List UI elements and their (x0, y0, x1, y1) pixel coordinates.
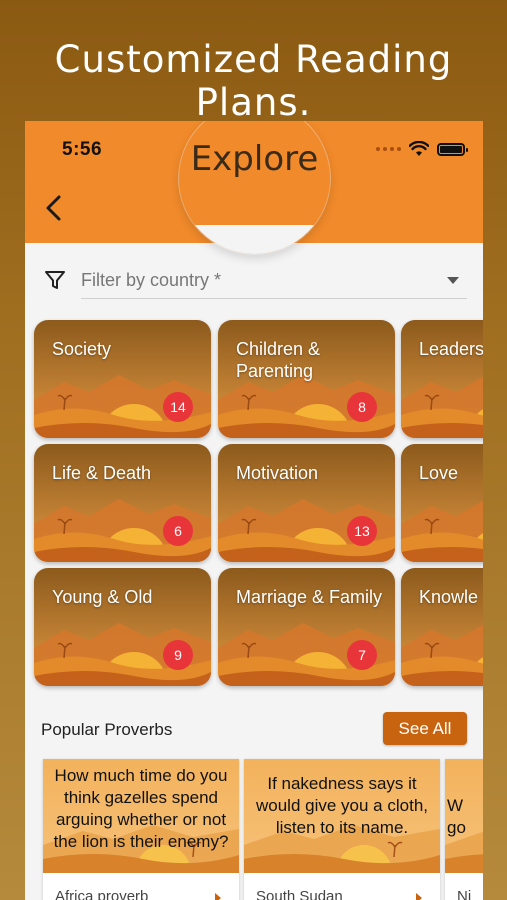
filter-icon[interactable] (43, 268, 67, 292)
category-card[interactable]: Life & Death 6 (34, 444, 211, 562)
count-badge: 13 (347, 516, 377, 546)
signal-icon (376, 147, 401, 151)
promo-headline: Customized Reading Plans. (54, 38, 453, 124)
popular-proverbs-header: Popular Proverbs See All (41, 712, 467, 746)
proverb-carousel[interactable]: How much time do you think gazelles spen… (43, 759, 483, 900)
section-title: Popular Proverbs (41, 720, 173, 739)
see-all-button[interactable]: See All (383, 712, 467, 745)
proverb-origin: South Sudan (256, 888, 343, 900)
category-label: Society (52, 339, 112, 359)
category-card[interactable]: Leaders (401, 320, 483, 438)
dropdown-caret-icon (447, 277, 459, 284)
app-bar: 5:56 Explore (25, 121, 483, 254)
count-badge: 9 (163, 640, 193, 670)
category-card[interactable]: Young & Old 9 (34, 568, 211, 686)
proverb-quote: W go (447, 796, 466, 837)
category-label: Marriage & Family (236, 587, 383, 607)
category-label: Knowle (419, 587, 479, 607)
count-badge: 14 (163, 392, 193, 422)
phone-screen: 5:56 Explore Filter by country * Society… (25, 121, 483, 900)
wifi-icon (409, 141, 429, 156)
proverb-quote: How much time do you think gazelles spen… (53, 766, 229, 851)
page-title: Explore (190, 139, 319, 179)
category-label: Love (419, 463, 459, 483)
filter-placeholder: Filter by country * (81, 270, 222, 290)
back-button[interactable] (39, 191, 69, 225)
chevron-right-icon (215, 893, 221, 900)
category-label: Life & Death (52, 463, 152, 483)
proverb-card[interactable]: If nakedness says it would give you a cl… (244, 759, 440, 900)
category-card[interactable]: Society 14 (34, 320, 211, 438)
count-badge: 6 (163, 516, 193, 546)
category-card[interactable]: Love (401, 444, 483, 562)
category-card[interactable]: Motivation 13 (218, 444, 395, 562)
category-label: Children & Parenting (236, 339, 321, 381)
category-card[interactable]: Marriage & Family 7 (218, 568, 395, 686)
proverb-card[interactable]: W go Ni (445, 759, 483, 900)
chevron-left-icon (46, 195, 61, 221)
category-label: Leaders (419, 339, 483, 359)
status-time: 5:56 (62, 139, 103, 160)
title-magnifier: Explore (179, 121, 330, 254)
proverb-origin: Africa proverb (55, 888, 149, 900)
count-badge: 7 (347, 640, 377, 670)
status-icons (376, 141, 468, 157)
proverb-origin: Ni (457, 888, 472, 900)
category-card[interactable]: Children & Parenting 8 (218, 320, 395, 438)
chevron-right-icon (416, 893, 422, 900)
category-label: Motivation (236, 463, 319, 483)
proverb-card[interactable]: How much time do you think gazelles spen… (43, 759, 239, 900)
category-label: Young & Old (52, 587, 153, 607)
country-filter: Filter by country * (43, 265, 467, 299)
proverb-quote: If nakedness says it would give you a cl… (256, 774, 428, 837)
count-badge: 8 (347, 392, 377, 422)
battery-icon (437, 142, 468, 156)
country-select[interactable]: Filter by country * (81, 265, 467, 299)
category-card[interactable]: Knowle (401, 568, 483, 686)
category-grid: Society 14 Children & Parenting 8 Leader… (34, 320, 483, 690)
